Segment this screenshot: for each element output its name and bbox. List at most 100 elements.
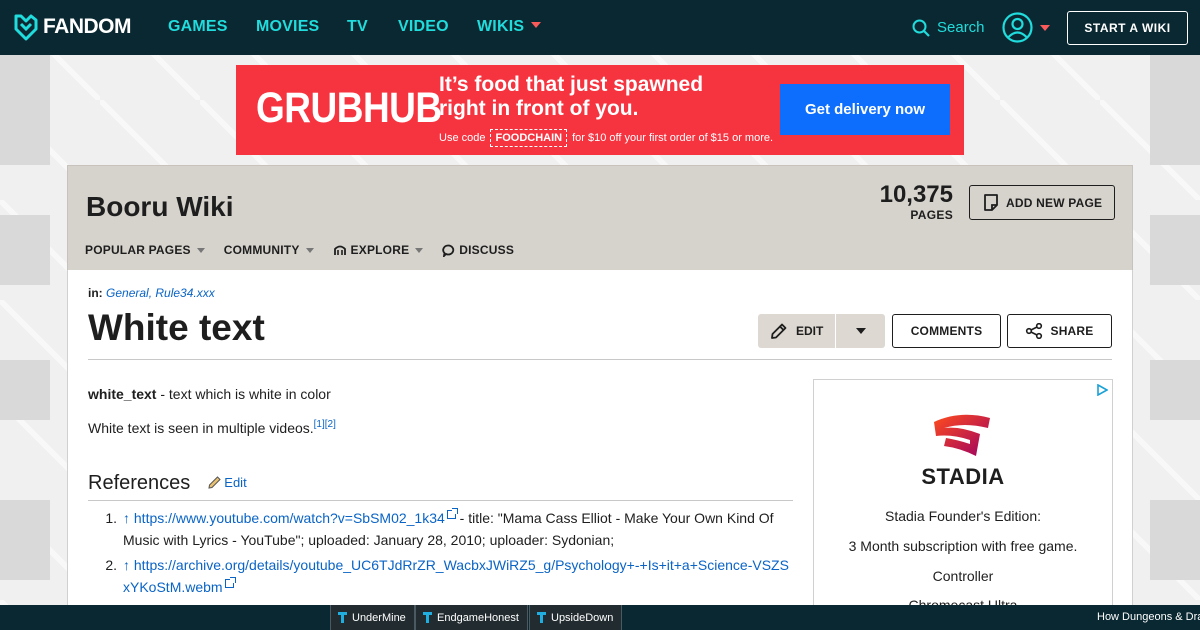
background-tile bbox=[1150, 500, 1200, 580]
wiki-nav-popular-pages[interactable]: POPULAR PAGES bbox=[85, 243, 205, 257]
ad-line: 3 Month subscription with free game. bbox=[848, 538, 1078, 554]
reference-url[interactable]: https://www.youtube.com/watch?v=SbSM02_1… bbox=[134, 510, 445, 526]
fandom-heart-icon bbox=[14, 14, 38, 41]
grubhub-ad-banner[interactable]: GRUBHUB It’s food that just spawned righ… bbox=[236, 65, 964, 155]
page-count-label: PAGES bbox=[910, 208, 953, 222]
reference-number: 2. bbox=[105, 557, 117, 573]
trending-item-endgamehonest[interactable]: EndgameHonest bbox=[415, 605, 528, 630]
reference-item: 2. ↑ https://archive.org/details/youtube… bbox=[88, 554, 793, 598]
background-tile bbox=[0, 500, 50, 580]
background-tile bbox=[0, 55, 50, 165]
grubhub-logo: GRUBHUB bbox=[256, 83, 442, 131]
wiki-header: Booru Wiki 10,375 PAGES ADD NEW PAGE POP… bbox=[67, 165, 1133, 270]
reference-backlink[interactable]: ↑ bbox=[123, 510, 130, 526]
edit-button[interactable]: EDIT bbox=[758, 314, 836, 348]
trending-item-upsidedown[interactable]: UpsideDown bbox=[529, 605, 623, 630]
get-delivery-button[interactable]: Get delivery now bbox=[780, 84, 950, 135]
article-content: white_text - text which is white in colo… bbox=[88, 386, 793, 601]
ad-headline: It’s food that just spawned right in fro… bbox=[439, 73, 704, 120]
nav-games[interactable]: GAMES bbox=[168, 18, 228, 36]
fandom-logo[interactable]: FANDOM bbox=[12, 13, 132, 41]
nav-wikis[interactable]: WIKIS bbox=[477, 18, 542, 36]
references-edit-label: Edit bbox=[224, 474, 247, 490]
background-tile bbox=[0, 215, 50, 285]
page-count: 10,375 PAGES bbox=[879, 181, 953, 223]
ad-promo-code: FOODCHAIN bbox=[490, 129, 568, 147]
page-title: White text bbox=[88, 307, 265, 348]
stadia-side-ad[interactable]: STADIA Stadia Founder's Edition: 3 Month… bbox=[813, 379, 1113, 619]
wiki-nav-label: POPULAR PAGES bbox=[85, 243, 191, 257]
user-avatar-icon[interactable] bbox=[1002, 12, 1033, 43]
stadia-logo-icon bbox=[934, 414, 990, 456]
chevron-down-icon bbox=[196, 247, 205, 253]
reference-backlink[interactable]: ↑ bbox=[123, 557, 130, 573]
comments-button[interactable]: COMMENTS bbox=[892, 314, 1001, 348]
edit-button-group: EDIT bbox=[758, 314, 885, 348]
categories: in: General, Rule34.xxx bbox=[88, 286, 215, 300]
body-paragraph: White text is seen in multiple videos.[1… bbox=[88, 419, 793, 436]
definition-text: - text which is white in color bbox=[156, 386, 331, 402]
nav-movies[interactable]: MOVIES bbox=[256, 18, 319, 36]
nav-tv[interactable]: TV bbox=[347, 18, 368, 36]
reference-item: 1. ↑ https://www.youtube.com/watch?v=SbS… bbox=[88, 507, 793, 551]
wiki-nav-discuss[interactable]: DISCUSS bbox=[442, 243, 514, 257]
add-new-page-label: ADD NEW PAGE bbox=[1006, 195, 1103, 210]
references-edit-link[interactable]: Edit bbox=[208, 474, 247, 490]
chevron-down-icon bbox=[855, 328, 866, 334]
search-label[interactable]: Search bbox=[937, 19, 985, 36]
wiki-nav-label: EXPLORE bbox=[350, 243, 410, 257]
wiki-nav-label: DISCUSS bbox=[459, 243, 515, 257]
body-text: White text is seen in multiple videos. bbox=[88, 420, 314, 436]
logo-text: FANDOM bbox=[43, 15, 132, 38]
chevron-down-icon bbox=[305, 247, 314, 253]
nav-video[interactable]: VIDEO bbox=[398, 18, 449, 36]
wiki-nav-community[interactable]: COMMUNITY bbox=[224, 243, 314, 257]
wiki-title[interactable]: Booru Wiki bbox=[86, 191, 234, 223]
references-list: 1. ↑ https://www.youtube.com/watch?v=SbS… bbox=[88, 507, 793, 598]
trending-item-undermine[interactable]: UnderMine bbox=[330, 605, 415, 630]
references-heading: References Edit bbox=[88, 472, 793, 495]
ad-fine-print: Use code FOODCHAIN for $10 off your firs… bbox=[439, 129, 773, 147]
edit-label: EDIT bbox=[796, 324, 824, 338]
reference-url[interactable]: https://archive.org/details/youtube_UC6T… bbox=[123, 557, 789, 595]
trending-icon bbox=[537, 612, 546, 623]
external-link-icon bbox=[224, 577, 236, 588]
ad-fine-prefix: Use code bbox=[439, 132, 486, 144]
external-link-icon bbox=[446, 508, 458, 519]
adchoices-icon[interactable] bbox=[1096, 384, 1108, 396]
start-a-wiki-button[interactable]: START A WIKI bbox=[1067, 11, 1188, 45]
bottom-trending-bar: UnderMine EndgameHonest UpsideDown How D… bbox=[0, 605, 1200, 630]
page-count-number: 10,375 bbox=[879, 181, 953, 208]
trending-icon bbox=[338, 612, 347, 623]
article: in: General, Rule34.xxx White text EDIT … bbox=[67, 270, 1133, 619]
nav-wikis-label: WIKIS bbox=[477, 18, 525, 35]
ad-line: Controller bbox=[932, 568, 994, 584]
reference-body: ↑ https://www.youtube.com/watch?v=SbSM02… bbox=[123, 507, 793, 551]
reference-number: 1. bbox=[105, 510, 117, 526]
references-title: References bbox=[88, 472, 191, 494]
trending-label: UpsideDown bbox=[551, 611, 614, 624]
wiki-nav-label: COMMUNITY bbox=[223, 243, 300, 257]
trending-headline[interactable]: How Dungeons & Dra bbox=[1097, 611, 1200, 623]
chevron-down-icon[interactable] bbox=[1040, 25, 1050, 31]
speech-bubble-icon bbox=[442, 244, 455, 257]
trending-label: UnderMine bbox=[352, 611, 406, 624]
definition-paragraph: white_text - text which is white in colo… bbox=[88, 386, 793, 402]
definition-term: white_text bbox=[88, 386, 157, 402]
wiki-navigation: POPULAR PAGES COMMUNITY EXPLORE DISCUSS bbox=[85, 243, 533, 257]
pencil-icon bbox=[771, 323, 787, 339]
edit-dropdown-button[interactable] bbox=[836, 314, 885, 348]
background-tile bbox=[1150, 55, 1200, 165]
categories-label: in: bbox=[88, 286, 103, 300]
trending-label: EndgameHonest bbox=[437, 611, 519, 624]
background-tile bbox=[0, 360, 50, 420]
footnote-links[interactable]: [1][2] bbox=[314, 419, 336, 430]
search-icon[interactable] bbox=[912, 19, 930, 37]
share-label: SHARE bbox=[1050, 324, 1094, 338]
background-tile bbox=[1150, 360, 1200, 420]
add-new-page-button[interactable]: ADD NEW PAGE bbox=[969, 185, 1115, 220]
wiki-nav-explore[interactable]: EXPLORE bbox=[333, 243, 424, 257]
category-links[interactable]: General, Rule34.xxx bbox=[106, 286, 215, 300]
trending-icon bbox=[423, 612, 432, 623]
share-button[interactable]: SHARE bbox=[1007, 314, 1112, 348]
